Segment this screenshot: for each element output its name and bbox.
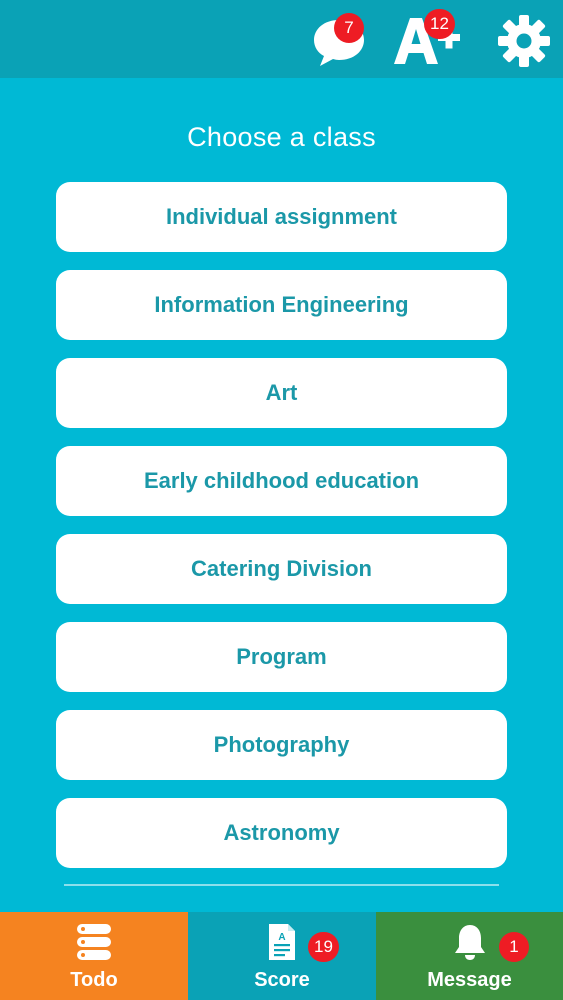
svg-text:A: A — [278, 932, 285, 943]
document-icon: A — [269, 924, 295, 960]
tab-message[interactable]: 1 Message — [376, 912, 563, 1000]
message-badge: 1 — [499, 932, 529, 962]
page-title: Choose a class — [187, 122, 376, 152]
tab-todo[interactable]: Todo — [0, 912, 188, 1000]
tab-score[interactable]: A 19 Score — [188, 912, 376, 1000]
class-button-art[interactable]: Art — [56, 358, 507, 428]
class-button-catering-division[interactable]: Catering Division — [56, 534, 507, 604]
class-button-program[interactable]: Program — [56, 622, 507, 692]
chat-badge: 7 — [334, 13, 364, 43]
bell-icon — [454, 925, 485, 960]
top-bar: 7 12 — [0, 0, 563, 78]
class-button-individual-assignment[interactable]: Individual assignment — [56, 182, 507, 252]
class-button-photography[interactable]: Photography — [56, 710, 507, 780]
stack-icon — [77, 924, 111, 960]
bottom-nav: Todo A 19 Score 1 Message — [0, 912, 563, 1000]
tab-message-label: Message — [427, 969, 512, 991]
class-button-early-childhood-education[interactable]: Early childhood education — [56, 446, 507, 516]
class-button-astronomy[interactable]: Astronomy — [56, 798, 507, 868]
list-divider — [64, 884, 499, 886]
gear-icon[interactable] — [496, 10, 552, 70]
score-badge: 19 — [308, 932, 339, 962]
grades-badge: 12 — [424, 9, 455, 39]
class-button-information-engineering[interactable]: Information Engineering — [56, 270, 507, 340]
app-screen: 7 12 Choose a class Individual assignmen… — [0, 0, 563, 1000]
tab-todo-label: Todo — [70, 969, 118, 991]
tab-score-label: Score — [254, 969, 310, 991]
class-list: Individual assignment Information Engine… — [56, 182, 507, 868]
